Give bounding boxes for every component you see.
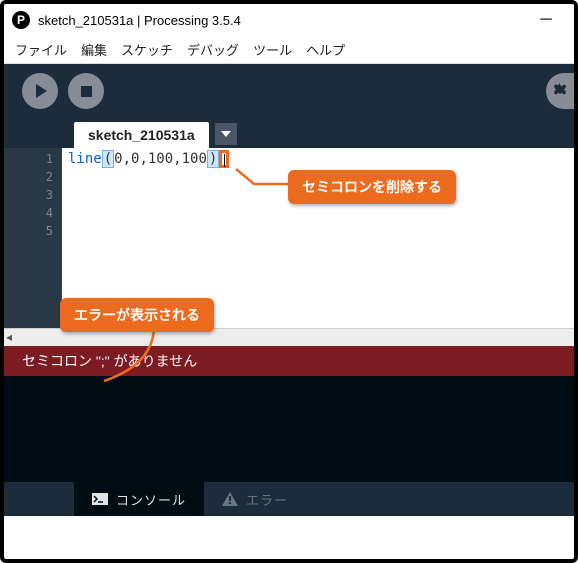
bottom-tabs: コンソール エラー bbox=[4, 482, 574, 516]
line-number: 4 bbox=[4, 204, 61, 222]
code-args: 0,0,100,100 bbox=[114, 151, 207, 167]
error-bar: セミコロン ";" がありません bbox=[4, 346, 574, 376]
line-number: 1 bbox=[4, 150, 61, 168]
menu-help[interactable]: ヘルプ bbox=[301, 38, 350, 61]
run-button[interactable] bbox=[22, 73, 58, 109]
code-bracket-open: ( bbox=[102, 150, 114, 168]
annotation-callout-2: エラーが表示される bbox=[60, 298, 214, 332]
tab-console-label: コンソール bbox=[116, 490, 186, 509]
titlebar: P sketch_210531a | Processing 3.5.4 ─ bbox=[4, 4, 574, 36]
tab-console[interactable]: コンソール bbox=[74, 482, 204, 516]
processing-logo-icon: P bbox=[12, 11, 30, 29]
menubar: ファイル 編集 スケッチ デバッグ ツール ヘルプ bbox=[4, 36, 574, 64]
tab-dropdown-button[interactable] bbox=[215, 123, 237, 145]
minimize-button[interactable]: ─ bbox=[526, 8, 566, 32]
app-window: P sketch_210531a | Processing 3.5.4 ─ ファ… bbox=[0, 0, 578, 563]
stop-icon bbox=[81, 86, 92, 97]
annotation-callout-1: セミコロンを削除する bbox=[288, 170, 456, 204]
code-function: line bbox=[68, 151, 102, 167]
line-number: 5 bbox=[4, 222, 61, 240]
tab-active[interactable]: sketch_210531a bbox=[74, 122, 209, 148]
error-message: セミコロン ";" がありません bbox=[22, 351, 197, 371]
tab-errors[interactable]: エラー bbox=[204, 482, 306, 516]
chevron-down-icon bbox=[221, 131, 231, 137]
menu-file[interactable]: ファイル bbox=[10, 38, 72, 61]
warning-icon bbox=[222, 492, 238, 506]
play-icon bbox=[36, 84, 47, 98]
console-icon bbox=[92, 492, 108, 506]
menu-edit[interactable]: 編集 bbox=[76, 38, 112, 61]
code-bracket-close: ) bbox=[207, 150, 219, 168]
line-number: 2 bbox=[4, 168, 61, 186]
window-title: sketch_210531a | Processing 3.5.4 bbox=[38, 13, 526, 28]
stop-button[interactable] bbox=[68, 73, 104, 109]
tab-errors-label: エラー bbox=[246, 490, 288, 509]
menu-debug[interactable]: デバッグ bbox=[182, 38, 244, 61]
menu-sketch[interactable]: スケッチ bbox=[116, 38, 178, 61]
console-area[interactable] bbox=[4, 376, 574, 482]
cursor-highlight bbox=[219, 150, 229, 168]
line-number: 3 bbox=[4, 186, 61, 204]
tab-strip: sketch_210531a bbox=[4, 118, 574, 148]
butterfly-icon bbox=[551, 82, 569, 100]
toolbar bbox=[4, 64, 574, 118]
scroll-left-icon[interactable]: ◂ bbox=[6, 330, 12, 344]
line-gutter: 1 2 3 4 5 bbox=[4, 148, 62, 328]
debug-mode-button[interactable] bbox=[546, 73, 574, 109]
menu-tools[interactable]: ツール bbox=[248, 38, 297, 61]
